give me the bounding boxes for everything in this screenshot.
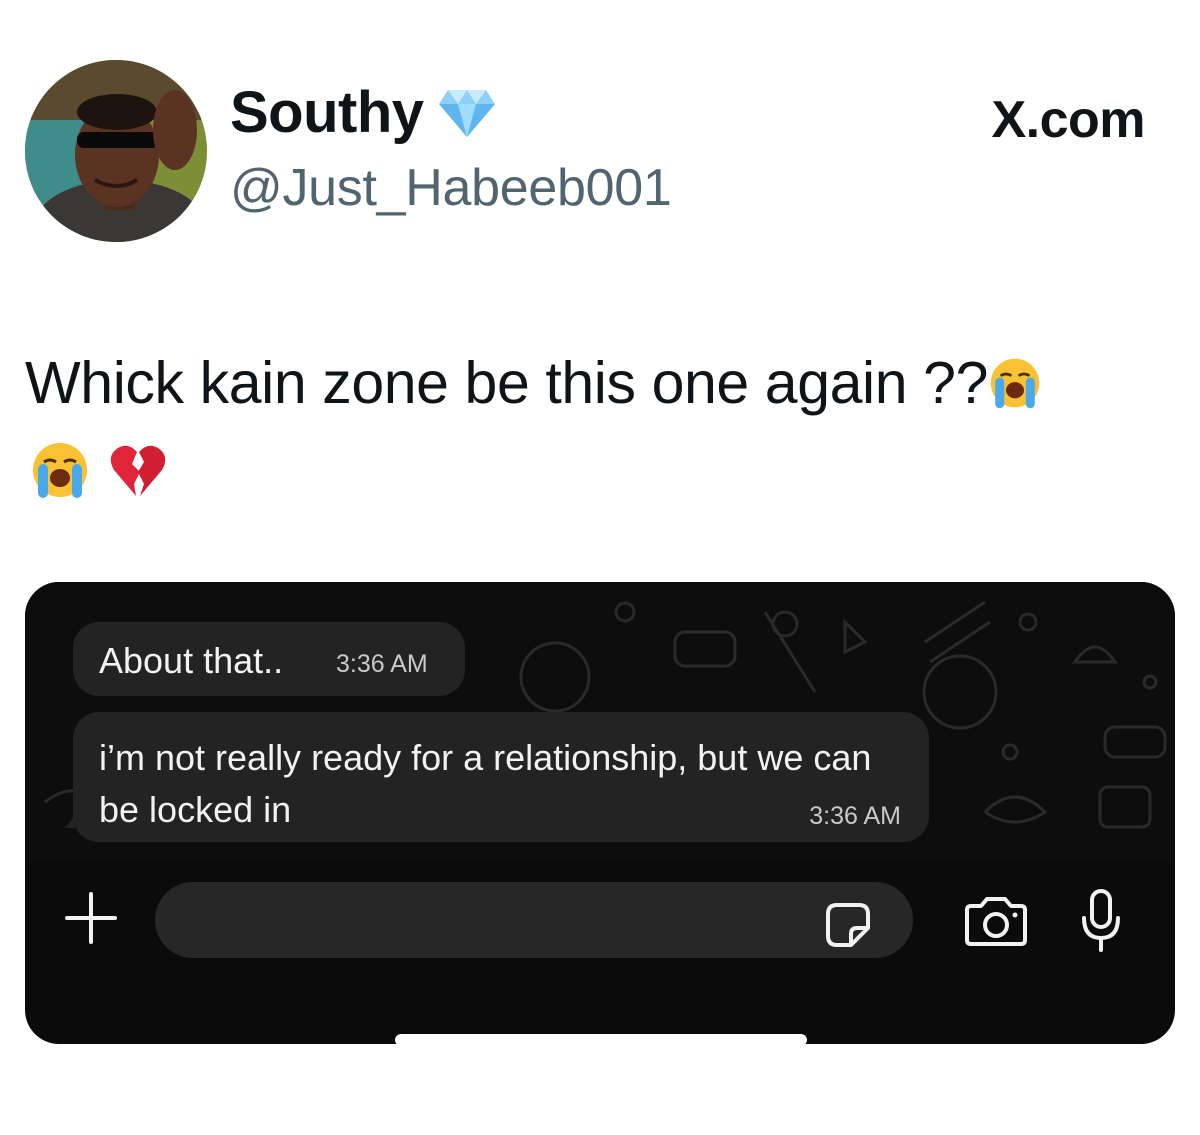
tweet-text-line: Whick kain zone be this one again ?? xyxy=(25,345,1165,421)
microphone-icon[interactable] xyxy=(1081,888,1121,954)
chat-message[interactable]: About that.. 3:36 AM xyxy=(73,622,465,696)
brand-label: X.com xyxy=(991,91,1145,149)
diamond-badge-icon xyxy=(438,90,495,137)
sticker-icon[interactable] xyxy=(825,902,871,948)
message-text: About that.. xyxy=(99,640,284,681)
chat-message[interactable]: i’m not really ready for a relationship,… xyxy=(73,712,929,842)
display-name[interactable]: Southy xyxy=(230,80,424,146)
broken-heart-icon xyxy=(110,445,166,496)
message-time: 3:36 AM xyxy=(809,802,901,830)
chat-screenshot: About that.. 3:36 AM i’m not really read… xyxy=(25,582,1175,1044)
message-text: i’m not really ready for a relationship,… xyxy=(99,737,872,830)
camera-icon[interactable] xyxy=(963,896,1029,948)
home-indicator xyxy=(395,1034,807,1044)
emoji-line xyxy=(30,440,168,500)
author-name-row: Southy xyxy=(230,80,496,146)
message-input[interactable] xyxy=(155,882,913,958)
bubble-tail xyxy=(63,806,83,828)
avatar[interactable] xyxy=(25,60,207,242)
loudly-crying-face-icon xyxy=(990,358,1040,409)
loudly-crying-face-icon xyxy=(33,443,87,498)
tweet-text: Whick kain zone be this one again ?? xyxy=(25,350,988,416)
message-time: 3:36 AM xyxy=(336,650,428,678)
plus-icon[interactable] xyxy=(63,890,119,946)
user-handle[interactable]: @Just_Habeeb001 xyxy=(230,158,672,218)
